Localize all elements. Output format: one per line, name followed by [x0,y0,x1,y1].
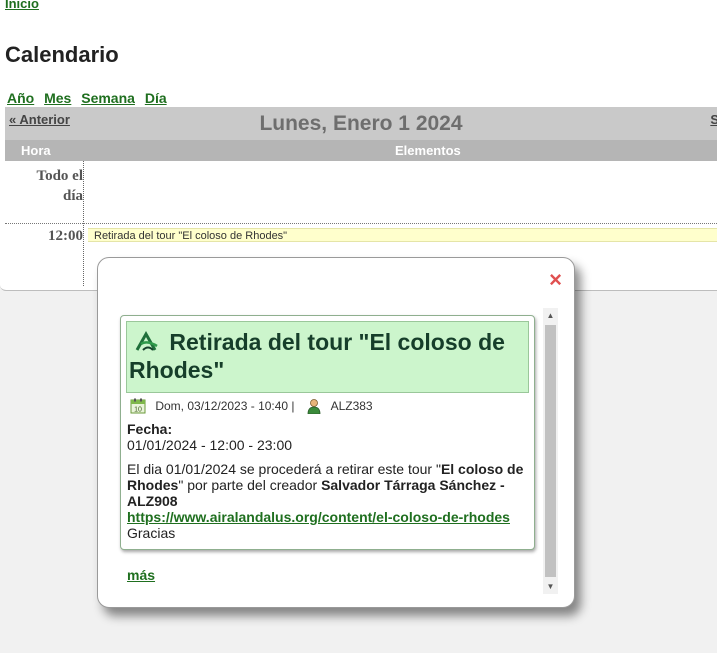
all-day-label-line2: día [62,188,83,204]
breadcrumb-inicio-link[interactable]: Inicio [5,0,39,11]
event-meta: 10 Dom, 03/12/2023 - 10:40 | ALZ383 [130,398,528,415]
event-description: El dia 01/01/2024 se procederá a retirar… [127,461,528,509]
description-text-1: El dia 01/01/2024 se procederá a retirar… [127,461,441,477]
event-body: Fecha: 01/01/2024 - 12:00 - 23:00 El dia… [127,421,528,541]
calendar-icon: 10 [130,398,146,414]
date-navigation-bar: « Anterior Lunes, Enero 1 2024 S [5,107,717,140]
fecha-label: Fecha: [127,421,173,437]
calendar-event-item[interactable]: Retirada del tour "El coloso de Rhodes" [88,228,717,242]
close-icon[interactable]: × [549,269,562,291]
event-card-header: Retirada del tour "El coloso de Rhodes" [126,321,529,393]
fecha-value: 01/01/2024 - 12:00 - 23:00 [127,437,293,453]
scroll-up-icon[interactable]: ▲ [543,308,558,323]
view-day-link[interactable]: Día [145,90,167,106]
all-day-label-line1: Todo el [36,168,83,184]
row-divider [5,223,717,224]
view-year-link[interactable]: Año [7,90,34,106]
more-link[interactable]: más [127,567,155,583]
event-author-link[interactable]: ALZ383 [331,399,373,413]
event-popup: × Retirada del tour "El coloso de Rhodes… [97,257,575,608]
user-icon [306,398,322,415]
time-label-1200: 12:00 [48,228,83,244]
view-week-link[interactable]: Semana [81,90,135,106]
current-date-title: Lunes, Enero 1 2024 [259,112,463,135]
thanks-text: Gracias [127,525,176,541]
leaf-logo-icon [133,330,163,352]
description-text-2: " por parte del creador [178,477,322,493]
svg-text:10: 10 [134,407,142,414]
next-day-link[interactable]: S [710,112,717,127]
event-card-title: Retirada del tour "El coloso de Rhodes" [129,329,505,383]
popup-content: Retirada del tour "El coloso de Rhodes" … [120,308,540,598]
scroll-down-icon[interactable]: ▼ [543,579,558,594]
event-card: Retirada del tour "El coloso de Rhodes" … [120,315,535,550]
all-day-label: Todo el día [30,166,83,206]
calendar-page: Inicio Calendario Año Mes Semana Día « A… [0,0,717,291]
column-header-row: Hora Elementos [5,140,717,161]
view-month-link[interactable]: Mes [44,90,71,106]
event-posted-date: Dom, 03/12/2023 - 10:40 | [155,399,295,413]
column-elementos: Elementos [395,143,461,158]
popup-scrollbar[interactable]: ▲ ▼ [543,308,558,594]
view-switcher: Año Mes Semana Día [7,90,173,106]
tour-url-link[interactable]: https://www.airalandalus.org/content/el-… [127,509,510,525]
scrollbar-thumb[interactable] [545,325,556,577]
column-hora: Hora [21,143,51,158]
page-title: Calendario [5,42,119,67]
